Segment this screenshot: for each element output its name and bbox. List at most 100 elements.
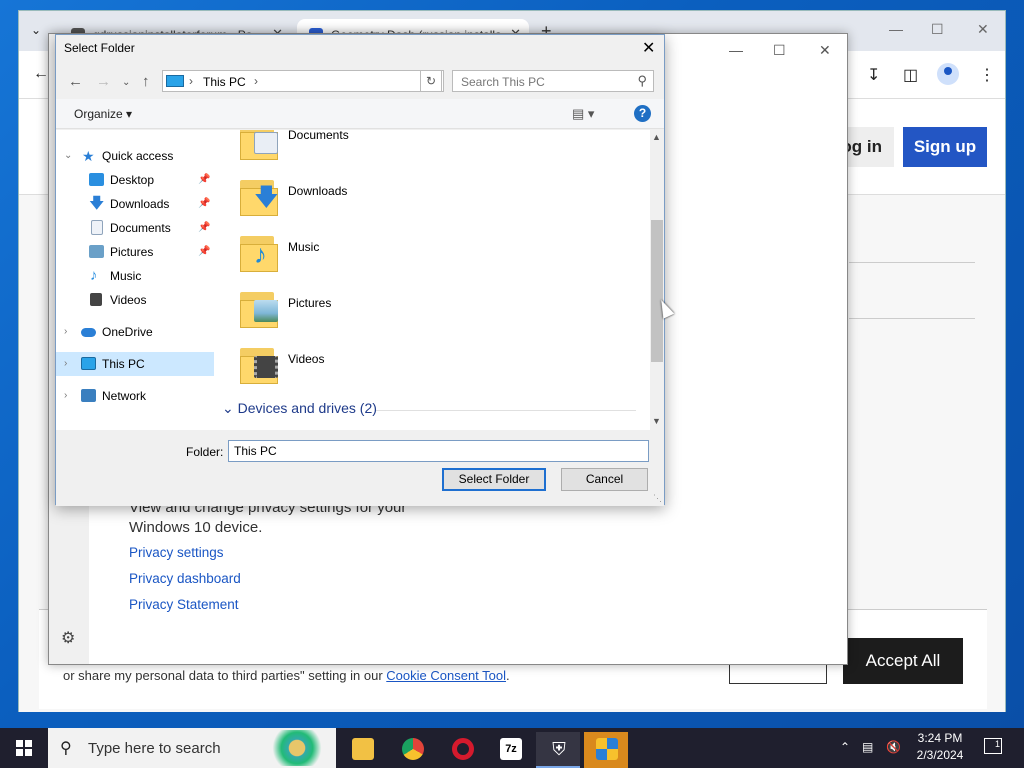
address-bar[interactable]: › This PC › ⌄	[162, 70, 444, 92]
pictures-icon	[89, 245, 104, 258]
uac-app[interactable]	[584, 732, 628, 768]
taskbar-search[interactable]: ⚲ Type here to search	[48, 728, 336, 768]
select-folder-button[interactable]: Select Folder	[442, 468, 546, 491]
nav-item-downloads[interactable]: 🡇 Downloads 📌	[56, 192, 214, 216]
desktop-icon	[89, 173, 104, 186]
picture-badge-icon	[254, 300, 278, 322]
folder-videos-icon[interactable]	[240, 344, 280, 384]
nav-item-music[interactable]: ♪ Music	[56, 264, 214, 288]
chevron-down-icon: ⌄	[222, 400, 234, 416]
sidebar-icon[interactable]: ◫	[903, 65, 918, 85]
tab-search-icon[interactable]: ⌄	[31, 23, 41, 37]
close-icon[interactable]: ✕	[819, 42, 831, 59]
music-note-icon: ♪	[254, 239, 267, 269]
close-icon[interactable]: ✕	[642, 38, 655, 58]
up-icon[interactable]: ↑	[142, 73, 150, 90]
cookie-text: or share my personal data to third parti…	[63, 668, 510, 683]
accept-all-button[interactable]: Accept All	[843, 638, 963, 684]
minimize-icon[interactable]: —	[889, 21, 903, 37]
folder-label-music[interactable]: Music	[288, 240, 319, 254]
command-bar: Organize ▾ ▤ ▾ ?	[56, 99, 664, 129]
volume-muted-icon[interactable]: 🔇	[886, 740, 901, 754]
chrome-app[interactable]	[390, 732, 434, 768]
start-button[interactable]	[0, 728, 48, 768]
nav-item-documents[interactable]: Documents 📌	[56, 216, 214, 240]
menu-icon[interactable]: ⋮	[979, 65, 995, 85]
recent-locations-icon[interactable]: ⌄	[122, 77, 130, 88]
nav-item-videos[interactable]: Videos	[56, 288, 214, 312]
search-icon: ⚲	[60, 740, 72, 757]
folder-music-icon[interactable]: ♪	[240, 232, 280, 272]
back-icon[interactable]: ←	[33, 65, 49, 83]
network-icon[interactable]: ▤	[862, 740, 873, 754]
gear-icon[interactable]: ⚙	[61, 628, 75, 648]
back-icon[interactable]: ←	[68, 73, 83, 90]
scrollbar-thumb[interactable]	[651, 220, 663, 362]
privacy-statement-link[interactable]: Privacy Statement	[129, 597, 239, 612]
document-badge-icon	[254, 132, 278, 154]
close-window-icon[interactable]: ✕	[977, 21, 989, 38]
refresh-icon[interactable]: ↻	[420, 70, 442, 92]
notifications-icon[interactable]: 1	[984, 738, 1002, 754]
privacy-settings-link[interactable]: Privacy settings	[129, 545, 224, 560]
nav-item-this-pc[interactable]: › This PC	[56, 352, 214, 376]
help-icon[interactable]: ?	[634, 105, 651, 122]
chevron-right-icon: ›	[254, 74, 258, 88]
folder-documents-icon[interactable]	[240, 130, 280, 160]
chevron-right-icon[interactable]: ›	[64, 352, 67, 376]
7zip-app[interactable]: 7z	[488, 732, 532, 768]
divider	[376, 410, 636, 411]
view-options-icon[interactable]: ▤ ▾	[572, 106, 594, 122]
security-app[interactable]: ⛨	[536, 732, 580, 768]
nav-item-onedrive[interactable]: › OneDrive	[56, 320, 214, 344]
search-placeholder: Search This PC	[461, 75, 545, 89]
nav-item-quick-access[interactable]: ⌄ ★ Quick access	[56, 144, 214, 168]
film-icon	[90, 293, 102, 306]
scroll-down-icon[interactable]: ▼	[652, 416, 661, 426]
maximize-icon[interactable]: ☐	[931, 21, 944, 38]
devices-group-header[interactable]: ⌄ Devices and drives (2)	[222, 400, 377, 417]
pin-icon: 📌	[198, 222, 211, 233]
show-hidden-icons[interactable]: ⌃	[840, 740, 850, 754]
chevron-right-icon[interactable]: ›	[64, 384, 67, 408]
7zip-icon: 7z	[500, 738, 522, 760]
nav-item-pictures[interactable]: Pictures 📌	[56, 240, 214, 264]
folder-label: Folder:	[186, 445, 224, 459]
folder-input[interactable]: This PC	[228, 440, 649, 462]
folder-label-pictures[interactable]: Pictures	[288, 296, 331, 310]
select-folder-dialog: Select Folder ✕ ← → ⌄ ↑ › This PC › ⌄ ↻ …	[55, 34, 665, 506]
search-input[interactable]: Search This PC ⚲	[452, 70, 654, 92]
maximize-icon[interactable]: ☐	[773, 42, 786, 59]
nav-item-desktop[interactable]: Desktop 📌	[56, 168, 214, 192]
folder-pictures-icon[interactable]	[240, 288, 280, 328]
documents-icon	[91, 220, 103, 235]
folder-label-downloads[interactable]: Downloads	[288, 184, 347, 198]
privacy-dashboard-link[interactable]: Privacy dashboard	[129, 571, 241, 586]
folder-label-documents[interactable]: Documents	[288, 130, 349, 142]
cloud-icon	[81, 328, 96, 337]
scroll-up-icon[interactable]: ▲	[652, 132, 661, 142]
chevron-right-icon[interactable]: ›	[64, 320, 67, 344]
time: 3:24 PM	[917, 731, 963, 745]
minimize-icon[interactable]: —	[729, 42, 743, 58]
taskbar: ⚲ Type here to search 7z ⛨ ⌃ ▤ 🔇 3:24 PM…	[0, 728, 1024, 768]
clock[interactable]: 3:24 PM 2/3/2024	[912, 730, 968, 764]
nav-item-network[interactable]: › Network	[56, 384, 214, 408]
chrome-icon	[402, 738, 424, 760]
search-placeholder: Type here to search	[88, 740, 221, 757]
profile-icon[interactable]	[937, 63, 959, 85]
uac-shield-icon	[596, 738, 618, 760]
file-explorer-app[interactable]	[340, 732, 384, 768]
cancel-button[interactable]: Cancel	[561, 468, 648, 491]
opera-app[interactable]	[440, 732, 484, 768]
resize-grip-icon[interactable]: ⋱	[653, 493, 662, 504]
folder-downloads-icon[interactable]: 🡇	[240, 176, 280, 216]
download-icon[interactable]: ↧	[867, 65, 880, 85]
scrollbar[interactable]: ▲ ▼	[650, 130, 664, 430]
organize-button[interactable]: Organize ▾	[74, 107, 132, 121]
forward-icon[interactable]: →	[96, 73, 111, 90]
signup-button[interactable]: Sign up	[903, 127, 987, 167]
folder-label-videos[interactable]: Videos	[288, 352, 324, 366]
cookie-consent-link[interactable]: Cookie Consent Tool	[386, 668, 506, 683]
chevron-down-icon[interactable]: ⌄	[64, 144, 72, 168]
